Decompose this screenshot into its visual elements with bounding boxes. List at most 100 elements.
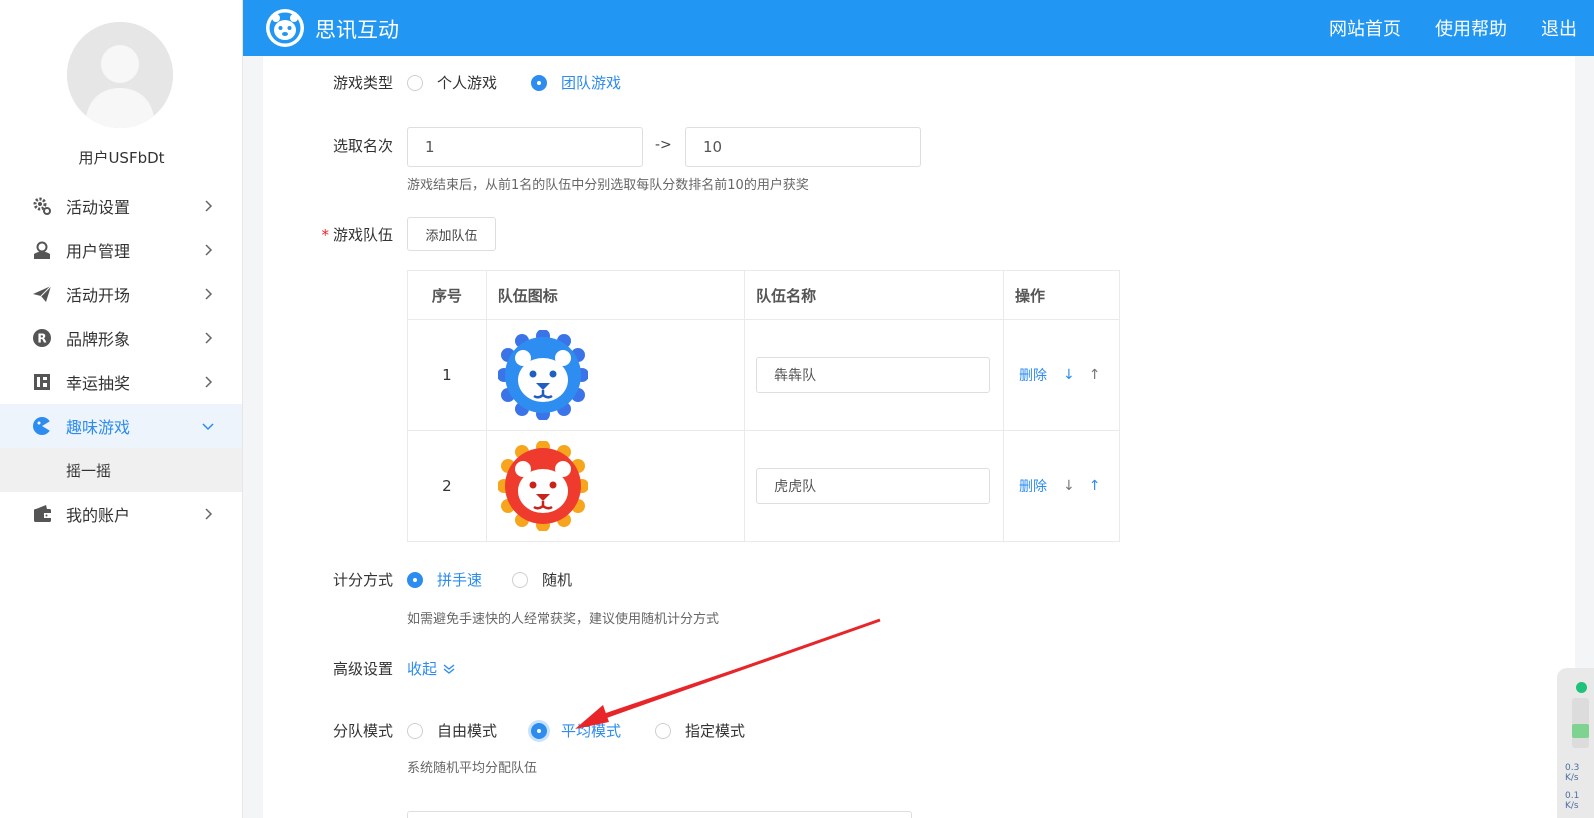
team-name-input[interactable]: 犇犇队	[756, 357, 991, 393]
gear-icon	[32, 196, 52, 216]
default-avatar-icon	[67, 22, 173, 128]
radio-free-mode[interactable]: 自由模式	[407, 720, 497, 741]
game-type-label: 游戏类型	[332, 74, 393, 92]
red-lion-icon[interactable]	[497, 441, 588, 531]
sidebar-item-lottery[interactable]: 幸运抽奖	[0, 360, 242, 404]
chevron-right-icon	[205, 244, 213, 256]
sidebar-item-my-account[interactable]: 我的账户	[0, 492, 242, 536]
team-icon-cell	[485, 430, 746, 542]
chevron-right-icon	[205, 200, 213, 212]
radio-circle	[407, 722, 423, 739]
radio-label: 拼手速	[437, 571, 483, 589]
network-speed-widget[interactable]: 0.3 K/s 0.1 K/s	[1557, 668, 1594, 818]
radio-team-game[interactable]: 团队游戏	[531, 72, 621, 93]
chevron-right-icon	[205, 376, 213, 388]
column-header: 操作	[1003, 270, 1120, 320]
delete-team-link[interactable]: 删除	[1019, 476, 1047, 496]
radio-label: 平均模式	[561, 722, 622, 740]
team-mode-label: 分队模式	[332, 722, 393, 740]
radio-label: 自由模式	[437, 722, 498, 740]
radio-circle	[512, 571, 528, 588]
column-header: 队伍名称	[744, 270, 1005, 320]
blue-lion-icon[interactable]	[497, 330, 588, 420]
sidebar-item-label: 我的账户	[66, 506, 131, 525]
delete-team-link[interactable]: 删除	[1019, 365, 1047, 385]
registered-icon: R	[32, 328, 52, 348]
paper-plane-icon	[32, 284, 52, 304]
move-down-icon[interactable]: ↓	[1063, 367, 1075, 383]
top-header: 思讯互动 网站首页 使用帮助 退出	[243, 0, 1594, 56]
lottery-icon	[32, 372, 52, 392]
sidebar-item-user-management[interactable]: 用户管理	[0, 228, 242, 272]
settings-form-panel: 游戏类型 个人游戏 团队游戏 选取名次 1 -> 10 游戏结束后，从前1名的队…	[263, 56, 1575, 818]
radio-label: 指定模式	[685, 722, 746, 740]
sidebar-item-activity-settings[interactable]: 活动设置	[0, 184, 242, 228]
sidebar-item-label: 活动设置	[66, 198, 131, 217]
sidebar: 用户USFbDt 活动设置 用户管理 活动开场 R 品牌形象 幸运抽奖 趣味游戏…	[0, 0, 243, 818]
table-row: 1 犇犇队 删除 ↓ ↑	[407, 319, 1120, 431]
next-field-partial[interactable]	[407, 811, 912, 818]
brand-name: 思讯互动	[315, 18, 399, 42]
row-number: 1	[407, 319, 487, 431]
sidebar-subitem-label: 摇一摇	[66, 461, 112, 480]
chevron-right-icon	[205, 288, 213, 300]
sidebar-item-activity-opening[interactable]: 活动开场	[0, 272, 242, 316]
rank-hint: 游戏结束后，从前1名的队伍中分别选取每队分数排名前10的用户获奖	[407, 178, 809, 193]
add-team-button[interactable]: 添加队伍	[407, 217, 496, 251]
chevron-down-icon	[202, 423, 214, 431]
rank-label: 选取名次	[332, 137, 393, 155]
radio-average-mode[interactable]: 平均模式	[531, 720, 621, 741]
move-down-icon[interactable]: ↓	[1063, 478, 1075, 494]
wallet-icon	[32, 504, 52, 524]
team-name-input[interactable]: 虎虎队	[756, 468, 991, 504]
username: 用户USFbDt	[78, 149, 165, 167]
table-row: 2 虎虎队 删除 ↓ ↑	[407, 430, 1120, 542]
advanced-collapse-toggle[interactable]: 收起	[407, 658, 456, 679]
nav-home-link[interactable]: 网站首页	[1312, 15, 1418, 41]
sidebar-item-brand[interactable]: R 品牌形象	[0, 316, 242, 360]
rank-from-input[interactable]: 1	[407, 127, 643, 167]
avatar[interactable]	[67, 22, 173, 128]
upload-speed: 0.3 K/s	[1565, 763, 1580, 783]
radio-random-scoring[interactable]: 随机	[512, 569, 572, 590]
speed-meter	[1572, 698, 1589, 748]
team-name-cell: 犇犇队	[744, 319, 1005, 431]
nav-help-link[interactable]: 使用帮助	[1418, 15, 1524, 41]
team-icon-cell	[485, 319, 746, 431]
teams-table: 序号 队伍图标 队伍名称 操作 1 犇犇队 删除 ↓ ↑ 2 虎虎队 删除 ↓ …	[407, 270, 1120, 542]
move-up-icon[interactable]: ↑	[1089, 367, 1101, 383]
radio-label: 个人游戏	[437, 74, 498, 92]
radio-circle	[531, 74, 547, 91]
status-dot-icon	[1576, 682, 1587, 693]
radio-label: 随机	[542, 571, 573, 589]
scoring-hint: 如需避免手速快的人经常获奖，建议使用随机计分方式	[407, 612, 720, 627]
radio-circle	[407, 74, 423, 91]
radio-personal-game[interactable]: 个人游戏	[407, 72, 497, 93]
top-nav: 网站首页 使用帮助 退出	[1312, 0, 1594, 56]
nav-logout-link[interactable]: 退出	[1524, 15, 1594, 41]
table-header-row: 序号 队伍图标 队伍名称 操作	[407, 270, 1120, 320]
game-icon	[32, 416, 52, 436]
sidebar-item-label: 品牌形象	[66, 330, 131, 349]
radio-circle	[531, 722, 547, 739]
operations-cell: 删除 ↓ ↑	[1003, 319, 1120, 431]
column-header: 序号	[407, 270, 487, 320]
sidebar-item-label: 幸运抽奖	[66, 374, 131, 393]
user-manage-icon	[32, 240, 52, 260]
operations-cell: 删除 ↓ ↑	[1003, 430, 1120, 542]
double-chevron-down-icon	[443, 663, 455, 674]
sidebar-subitem-shake[interactable]: 摇一摇	[0, 448, 242, 492]
row-number: 2	[407, 430, 487, 542]
sidebar-item-label: 趣味游戏	[66, 418, 131, 437]
chevron-right-icon	[205, 508, 213, 520]
rank-to-input[interactable]: 10	[685, 127, 921, 167]
team-mode-hint: 系统随机平均分配队伍	[407, 761, 538, 776]
advanced-label: 高级设置	[332, 660, 393, 678]
radio-circle	[407, 571, 423, 588]
radio-assigned-mode[interactable]: 指定模式	[655, 720, 745, 741]
sidebar-item-fun-games[interactable]: 趣味游戏	[0, 404, 242, 448]
rank-separator: ->	[655, 137, 672, 153]
download-speed: 0.1 K/s	[1565, 791, 1580, 811]
radio-speed-scoring[interactable]: 拼手速	[407, 569, 482, 590]
move-up-icon[interactable]: ↑	[1089, 478, 1101, 494]
